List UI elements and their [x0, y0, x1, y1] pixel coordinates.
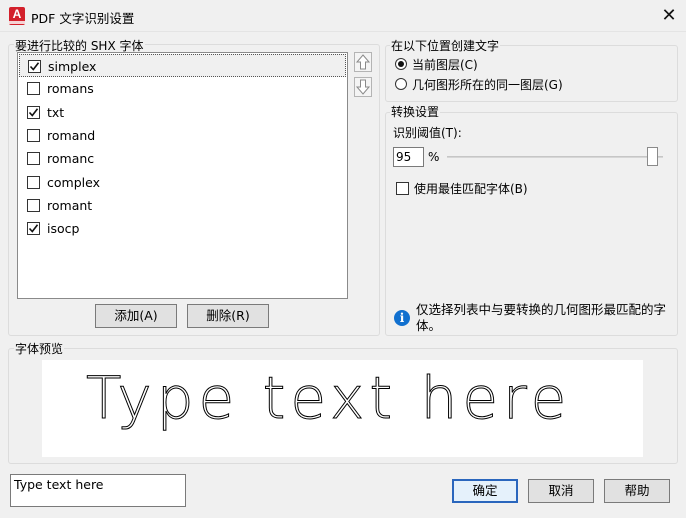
window-title: PDF 文字识别设置: [31, 11, 135, 26]
checkmark-icon: [28, 107, 39, 117]
move-down-button[interactable]: [354, 77, 372, 97]
move-up-button[interactable]: [354, 52, 372, 72]
threshold-label: 识别阈值(T):: [393, 126, 462, 140]
checkmark-icon: [28, 224, 39, 233]
font-checkbox[interactable]: [27, 128, 40, 142]
font-list-item[interactable]: romand: [19, 124, 346, 147]
cancel-button[interactable]: 取消: [528, 479, 594, 503]
font-checkbox[interactable]: [27, 198, 40, 212]
font-checkbox[interactable]: [27, 82, 40, 96]
ok-button[interactable]: 确定: [452, 479, 518, 503]
add-font-button[interactable]: 添加(A): [95, 304, 177, 328]
font-list-item[interactable]: isocp: [19, 217, 346, 240]
font-list-item-label: romans: [47, 81, 94, 97]
sample-text-input[interactable]: [10, 474, 186, 507]
font-list-item[interactable]: romanc: [19, 147, 346, 170]
conversion-settings-group-label: 转换设置: [390, 103, 441, 120]
same-layer-label: 几何图形所在的同一图层(G): [412, 78, 563, 92]
current-layer-label: 当前图层(C): [412, 58, 478, 72]
font-list-item-label: simplex: [48, 59, 97, 74]
font-list-item-label: isocp: [47, 221, 80, 237]
arrow-down-icon: [355, 79, 371, 95]
font-list-item-label: complex: [47, 174, 100, 190]
help-button[interactable]: 帮助: [604, 479, 670, 503]
threshold-slider-thumb[interactable]: [647, 147, 658, 166]
same-layer-radio[interactable]: [395, 78, 407, 90]
preview-text: Type text here: [85, 364, 572, 433]
font-checkbox[interactable]: [27, 152, 40, 166]
font-list-item[interactable]: romans: [19, 77, 346, 100]
create-location-group-label: 在以下位置创建文字: [390, 37, 501, 54]
best-match-label: 使用最佳匹配字体(B): [414, 182, 528, 196]
font-checkbox[interactable]: [28, 60, 41, 73]
threshold-input[interactable]: [393, 147, 424, 167]
radio-dot: [398, 61, 404, 67]
shx-font-list[interactable]: simplex romans txt romand romanc complex roman…: [17, 52, 348, 299]
font-list-item-label: romand: [47, 127, 96, 143]
percent-sign: %: [428, 150, 440, 164]
info-text: 仅选择列表中与要转换的几何图形最匹配的字体。: [416, 302, 667, 333]
current-layer-radio[interactable]: [395, 58, 407, 70]
best-match-checkbox[interactable]: [396, 182, 409, 195]
checkmark-icon: [29, 62, 40, 71]
font-list-item-label: romanc: [47, 151, 95, 167]
close-button[interactable]: ✕: [652, 2, 686, 30]
font-checkbox[interactable]: [27, 175, 40, 189]
font-list-item[interactable]: txt: [19, 101, 346, 124]
font-list-item[interactable]: simplex: [19, 54, 346, 77]
font-list-item-label: txt: [47, 104, 65, 120]
arrow-up-icon: [355, 54, 371, 70]
info-icon: i: [394, 310, 410, 326]
font-checkbox[interactable]: [27, 222, 40, 236]
font-list-item-label: romant: [47, 197, 93, 213]
close-icon: ✕: [661, 5, 677, 26]
autocad-icon: A: [9, 7, 25, 25]
font-checkbox[interactable]: [27, 105, 40, 119]
font-list-item[interactable]: romant: [19, 194, 346, 217]
delete-font-button[interactable]: 删除(R): [187, 304, 269, 328]
font-list-item[interactable]: complex: [19, 171, 346, 194]
font-preview-area: Type text here: [42, 360, 643, 457]
threshold-slider-track[interactable]: [447, 156, 663, 158]
font-preview-group-label: 字体预览: [14, 340, 65, 357]
